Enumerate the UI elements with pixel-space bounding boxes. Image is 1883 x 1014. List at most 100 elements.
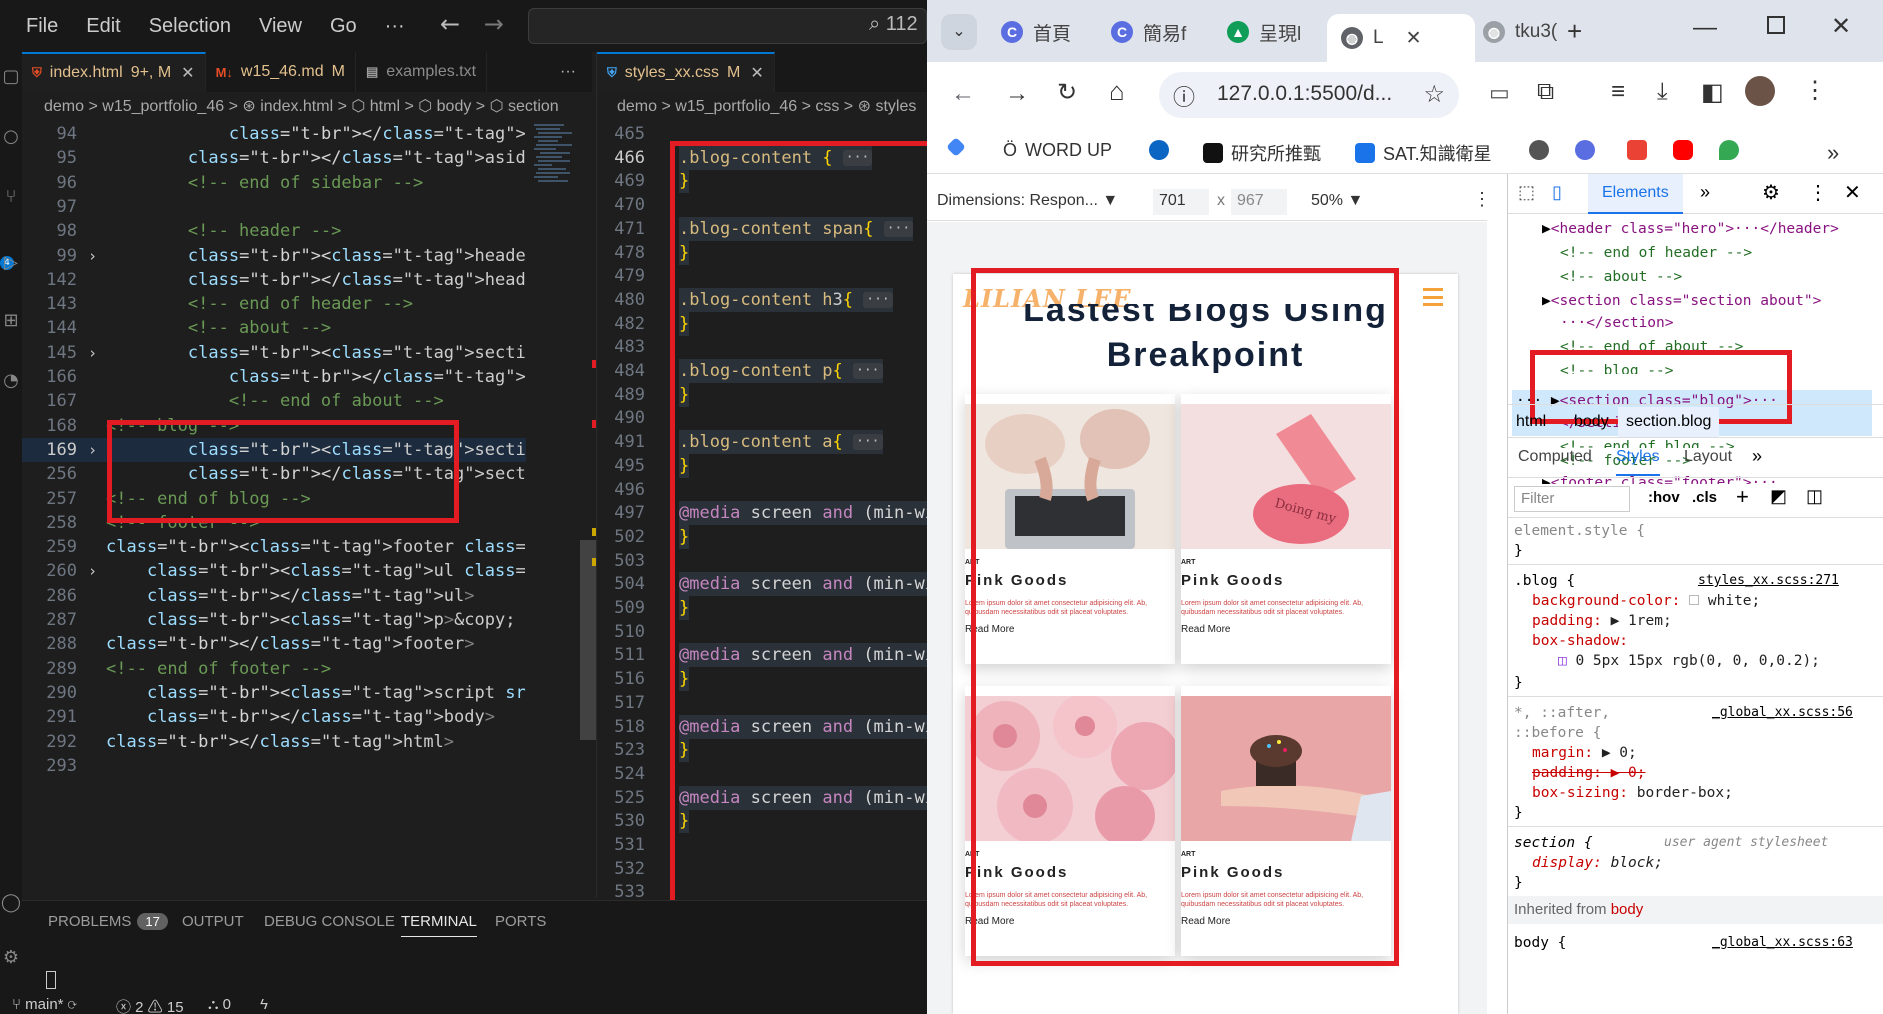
- run-debug-icon[interactable]: ▷: [0, 252, 22, 278]
- css-property[interactable]: box-sizing:: [1532, 785, 1628, 801]
- width-input[interactable]: 701: [1153, 189, 1209, 215]
- menu-file[interactable]: File: [0, 0, 72, 52]
- account-icon[interactable]: ◯: [0, 892, 22, 918]
- branch-indicator[interactable]: ⑂ main* ⟳: [12, 996, 77, 1013]
- css-value[interactable]: ▶ 1rem;: [1611, 613, 1672, 629]
- media-queue-icon[interactable]: ≡: [1611, 78, 1625, 106]
- device-options-icon[interactable]: ⋮: [1473, 189, 1491, 210]
- dimensions-select[interactable]: Dimensions: Respon... ▼: [937, 192, 1118, 210]
- code-line[interactable]: 289 <!-- end of footer -->: [22, 657, 526, 681]
- tab-terminal[interactable]: TERMINAL: [401, 913, 477, 937]
- close-devtools-icon[interactable]: ✕: [1844, 180, 1861, 205]
- fold-chevron-icon[interactable]: ›: [88, 244, 97, 268]
- tab-examples-txt[interactable]: ▤ examples.txt: [356, 52, 488, 92]
- more-actions-icon[interactable]: ···: [560, 63, 592, 81]
- browser-tab[interactable]: C 首頁: [1001, 14, 1071, 50]
- bookmark-item[interactable]: [1529, 140, 1557, 160]
- code-line[interactable]: 290 class="t-br"><class="t-tag">script s…: [22, 681, 526, 705]
- dom-node[interactable]: <!-- about -->: [1560, 266, 1682, 288]
- fold-chevron-icon[interactable]: ›: [88, 559, 97, 583]
- menu-more[interactable]: ···: [371, 0, 419, 52]
- css-value[interactable]: ▶ 0;: [1611, 765, 1646, 781]
- side-panel-icon[interactable]: ◧: [1701, 78, 1724, 107]
- crumb-html[interactable]: html: [1516, 413, 1546, 431]
- code-line[interactable]: 144 <!-- about -->: [22, 316, 526, 340]
- css-value[interactable]: 0 5px 15px rgb(0, 0, 0,0.2);: [1575, 653, 1819, 669]
- browser-tab[interactable]: ◍ tku3(: [1455, 14, 1557, 50]
- command-center[interactable]: ⌕ 112: [528, 8, 927, 44]
- rule-source-link[interactable]: styles_xx.scss:271: [1698, 570, 1839, 592]
- breadcrumb[interactable]: demo > w15_portfolio_46 > css > ⊛ styles: [617, 96, 927, 122]
- styles-filter-input[interactable]: Filter: [1514, 486, 1630, 512]
- styles-pane[interactable]: element.style { } .blog { styles_xx.scss…: [1508, 518, 1883, 1014]
- code-line[interactable]: 95 class="t-br"></class="t-tag">aside>: [22, 146, 526, 170]
- dom-node[interactable]: ▶<section class="section about">: [1542, 290, 1821, 312]
- new-tab-icon[interactable]: +: [1567, 16, 1582, 47]
- minimap[interactable]: [532, 122, 576, 922]
- css-property[interactable]: margin:: [1532, 745, 1593, 761]
- browser-tab-active[interactable]: ◍ L ✕: [1327, 14, 1475, 62]
- dom-node[interactable]: ▶<header class="hero">···</header>: [1542, 218, 1839, 240]
- reload-icon[interactable]: ↻: [1057, 78, 1077, 107]
- extensions-icon[interactable]: ⧉: [1537, 78, 1554, 106]
- browser-tab[interactable]: C 簡易f: [1111, 14, 1186, 50]
- code-line[interactable]: 293: [22, 754, 526, 778]
- search-icon[interactable]: ○: [0, 126, 22, 152]
- code-line[interactable]: 260 › class="t-br"><class="t-tag">ul clas…: [22, 559, 526, 583]
- code-line[interactable]: 143 <!-- end of header -->: [22, 292, 526, 316]
- paint-bucket-icon[interactable]: ◩: [1770, 486, 1787, 507]
- address-bar[interactable]: ⓘ 127.0.0.1:5500/d... ☆: [1159, 72, 1459, 118]
- rule-source-link[interactable]: _global_xx.scss:56: [1712, 702, 1853, 724]
- settings-gear-icon[interactable]: ⚙: [1762, 180, 1780, 205]
- css-property[interactable]: box-shadow:: [1532, 633, 1628, 649]
- browser-tab[interactable]: ▲ 呈現l: [1227, 14, 1301, 50]
- code-line[interactable]: 286 class="t-br"></class="t-tag">ul>: [22, 584, 526, 608]
- fold-chevron-icon[interactable]: ›: [88, 438, 97, 462]
- code-line[interactable]: 96 <!-- end of sidebar -->: [22, 171, 526, 195]
- code-line[interactable]: 167 <!-- end of about -->: [22, 389, 526, 413]
- height-input[interactable]: 967: [1231, 189, 1287, 215]
- crumb-body[interactable]: body: [1574, 413, 1609, 431]
- css-value[interactable]: white;: [1708, 593, 1760, 609]
- code-line[interactable]: 259 class="t-br"><class="t-tag">footer cl…: [22, 535, 526, 559]
- back-arrow-icon[interactable]: ←: [440, 10, 460, 38]
- bookmark-research[interactable]: 研究所推甄: [1203, 140, 1321, 166]
- tab-styles[interactable]: Styles: [1616, 448, 1660, 476]
- bookmark-item[interactable]: [1719, 140, 1747, 160]
- bookmark-item[interactable]: [1575, 140, 1603, 160]
- bookmark-item[interactable]: [1149, 140, 1177, 160]
- back-icon[interactable]: ←: [951, 80, 975, 108]
- close-tab-icon[interactable]: ✕: [1406, 27, 1422, 50]
- rule-source-link[interactable]: _global_xx.scss:63: [1712, 932, 1853, 954]
- close-icon[interactable]: ✕: [750, 63, 763, 83]
- cls-toggle[interactable]: .cls: [1692, 489, 1717, 506]
- crumb-section-blog[interactable]: section.blog: [1618, 407, 1720, 437]
- code-line[interactable]: 166 class="t-br"></class="t-tag">section…: [22, 365, 526, 389]
- more-tabs-icon[interactable]: »: [1752, 446, 1762, 467]
- settings-gear-icon[interactable]: ⚙: [0, 947, 22, 973]
- chrome-menu-icon[interactable]: ⋮: [1803, 76, 1827, 105]
- tab-layout[interactable]: Layout: [1684, 448, 1732, 466]
- css-value[interactable]: ▶ 0;: [1602, 745, 1637, 761]
- inherited-from-body[interactable]: body: [1611, 901, 1644, 918]
- code-line[interactable]: 288 class="t-br"></class="t-tag">footer>: [22, 632, 526, 656]
- css-value[interactable]: border-box;: [1637, 785, 1733, 801]
- code-line[interactable]: 99 › class="t-br"><class="t-tag">header c…: [22, 244, 526, 268]
- code-line[interactable]: 145 › class="t-br"><class="t-tag">section…: [22, 341, 526, 365]
- color-swatch[interactable]: [1689, 595, 1700, 605]
- new-rule-icon[interactable]: +: [1736, 484, 1749, 510]
- editor-scrollbar[interactable]: [580, 540, 596, 740]
- css-property[interactable]: padding:: [1532, 613, 1602, 629]
- tab-elements[interactable]: Elements: [1588, 174, 1683, 214]
- devtools-menu-icon[interactable]: ⋮: [1808, 180, 1828, 205]
- tab-w15-md[interactable]: M↓ w15_46.md M: [206, 52, 356, 92]
- lightning-icon[interactable]: ϟ: [260, 996, 268, 1013]
- code-line[interactable]: 291 class="t-br"></class="t-tag">body>: [22, 705, 526, 729]
- forward-icon[interactable]: →: [1005, 80, 1029, 108]
- tab-styles-css[interactable]: ⛨ styles_xx.css M ✕: [597, 52, 775, 92]
- explorer-icon[interactable]: ▢: [0, 66, 22, 92]
- tab-problems[interactable]: PROBLEMS 17: [48, 913, 168, 930]
- device-toggle-icon[interactable]: ▯: [1552, 182, 1562, 203]
- more-bookmarks-icon[interactable]: »: [1827, 140, 1839, 166]
- avatar[interactable]: [1745, 76, 1775, 106]
